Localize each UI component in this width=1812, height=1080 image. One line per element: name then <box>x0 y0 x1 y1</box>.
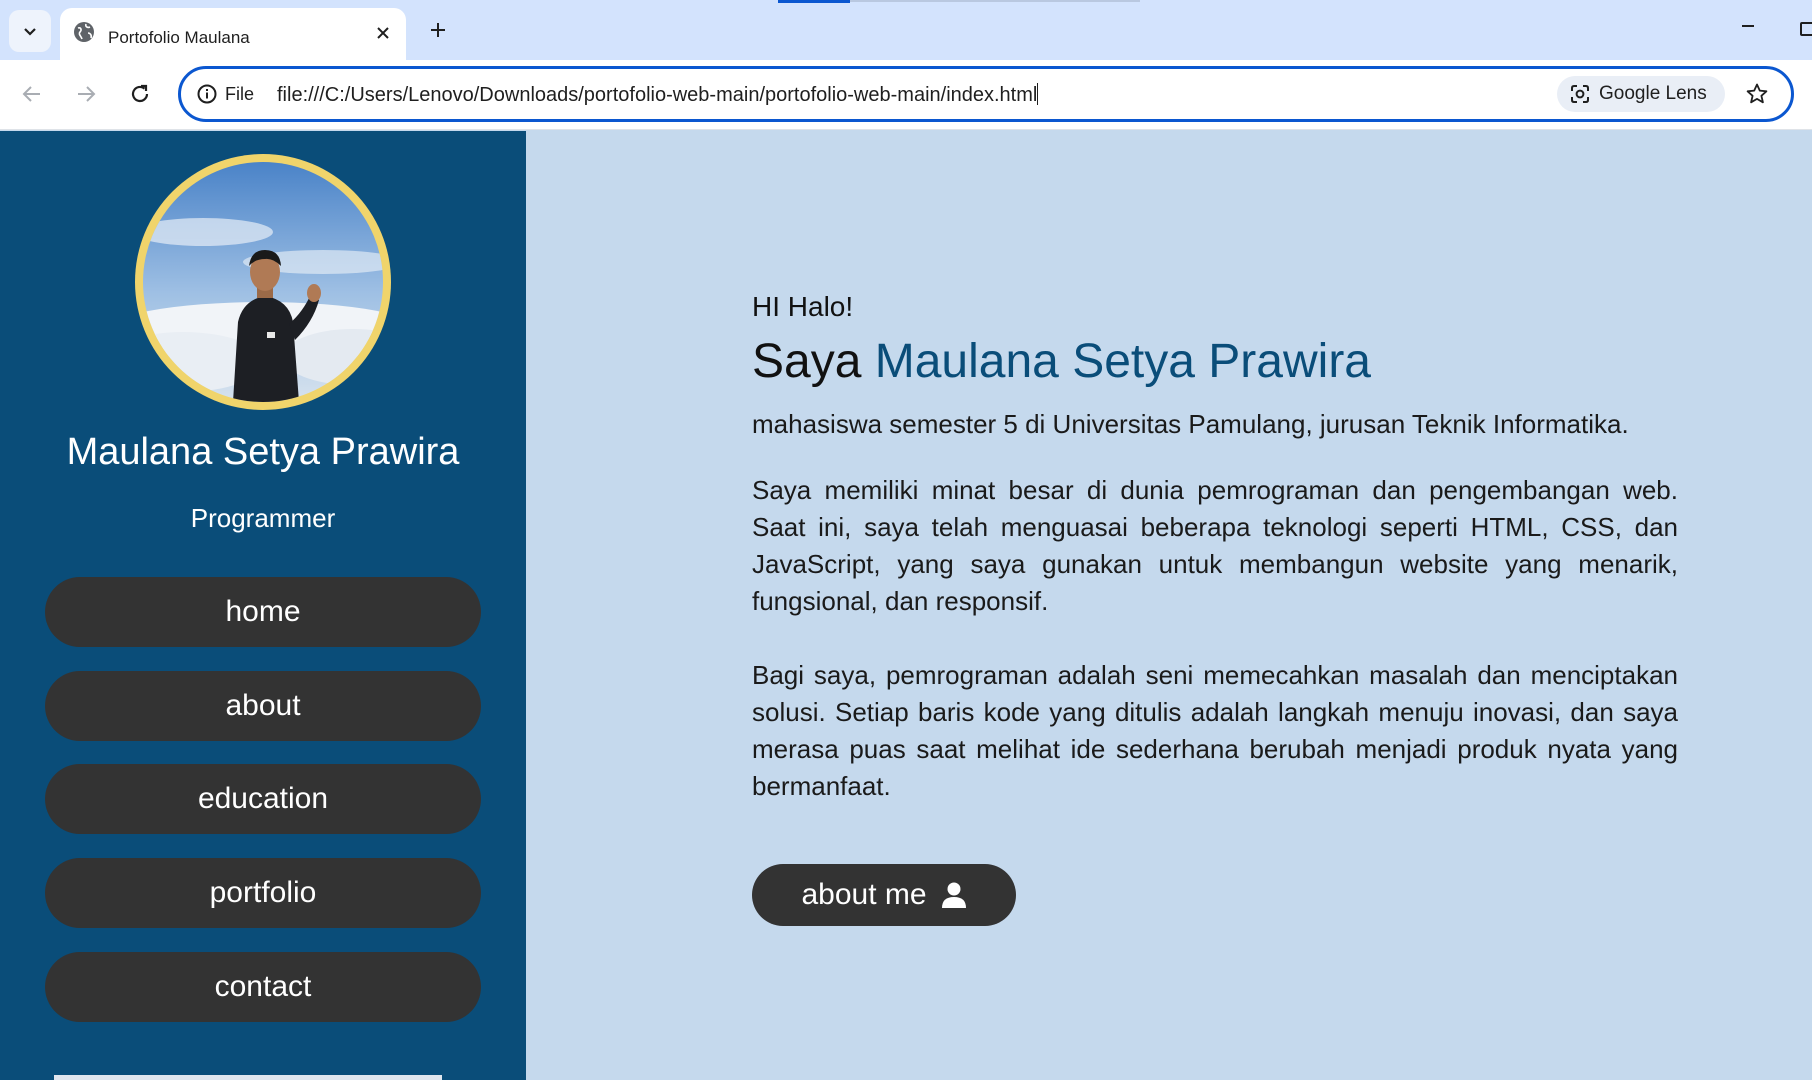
browser-toolbar: File file:///C:/Users/Lenovo/Downloads/p… <box>0 60 1812 130</box>
profile-photo <box>143 162 383 402</box>
star-icon <box>1746 83 1768 104</box>
url-text[interactable]: file:///C:/Users/Lenovo/Downloads/portof… <box>277 83 1039 107</box>
intro-paragraph: mahasiswa semester 5 di Universitas Pamu… <box>752 409 1629 439</box>
hero-headline: Saya Maulana Setya Prawira <box>752 334 1371 389</box>
user-icon <box>941 882 966 908</box>
info-icon[interactable] <box>197 84 217 104</box>
tab-title: Portofolio Maulana <box>108 28 250 47</box>
minimize-button[interactable] <box>1736 14 1760 38</box>
lens-icon <box>1571 85 1589 103</box>
avatar <box>135 154 391 410</box>
headline-prefix: Saya <box>752 335 862 388</box>
about-me-button[interactable]: about me <box>752 864 1016 926</box>
text-caret <box>1037 83 1039 105</box>
tab-search-button[interactable] <box>9 10 51 52</box>
reload-icon <box>131 84 149 103</box>
profile-role: Programmer <box>190 503 336 533</box>
profile-photo-image <box>143 162 383 402</box>
forward-arrow-icon <box>78 86 96 102</box>
active-tab[interactable]: Portofolio Maulana <box>60 8 406 60</box>
back-arrow-icon <box>22 86 40 102</box>
philosophy-paragraph: Bagi saya, pemrograman adalah seni memec… <box>752 660 1678 801</box>
url-value: file:///C:/Users/Lenovo/Downloads/portof… <box>277 84 1038 106</box>
profile-name: Maulana Setya Prawira <box>66 431 460 473</box>
url-scheme-label: File <box>225 84 255 104</box>
back-button[interactable] <box>14 76 50 112</box>
headline-name: Maulana Setya Prawira <box>874 335 1371 388</box>
loading-track <box>850 0 1140 2</box>
address-bar[interactable]: File file:///C:/Users/Lenovo/Downloads/p… <box>178 66 1794 122</box>
close-icon <box>377 27 389 39</box>
google-lens-label: Google Lens <box>1599 83 1707 104</box>
nav-home[interactable]: home <box>45 577 481 647</box>
close-tab-button[interactable] <box>372 22 394 44</box>
new-tab-button[interactable] <box>422 14 454 46</box>
about-me-label: about me <box>801 878 927 911</box>
chevron-down-icon <box>24 28 36 36</box>
nav-about[interactable]: about <box>45 671 481 741</box>
sidebar: Maulana Setya Prawira Programmer home ab… <box>0 131 526 1080</box>
nav-education[interactable]: education <box>45 764 481 834</box>
reload-button[interactable] <box>122 76 158 112</box>
forward-button[interactable] <box>68 76 104 112</box>
nav-portfolio[interactable]: portfolio <box>45 858 481 928</box>
skills-paragraph: Saya memiliki minat besar di dunia pemro… <box>752 475 1678 616</box>
tab-strip: Portofolio Maulana <box>0 0 1812 60</box>
google-lens-button[interactable]: Google Lens <box>1557 76 1725 112</box>
minimize-icon <box>1742 25 1754 27</box>
horizontal-scrollbar[interactable] <box>54 1075 442 1080</box>
plus-icon <box>431 23 445 37</box>
loading-indicator <box>778 0 850 3</box>
greeting: HI Halo! <box>752 291 854 322</box>
globe-icon <box>74 22 94 42</box>
bookmark-button[interactable] <box>1743 80 1771 108</box>
nav-contact[interactable]: contact <box>45 952 481 1022</box>
maximize-icon[interactable] <box>1800 22 1812 36</box>
hero-section: HI Halo! Saya Maulana Setya Prawira maha… <box>526 131 1812 1080</box>
